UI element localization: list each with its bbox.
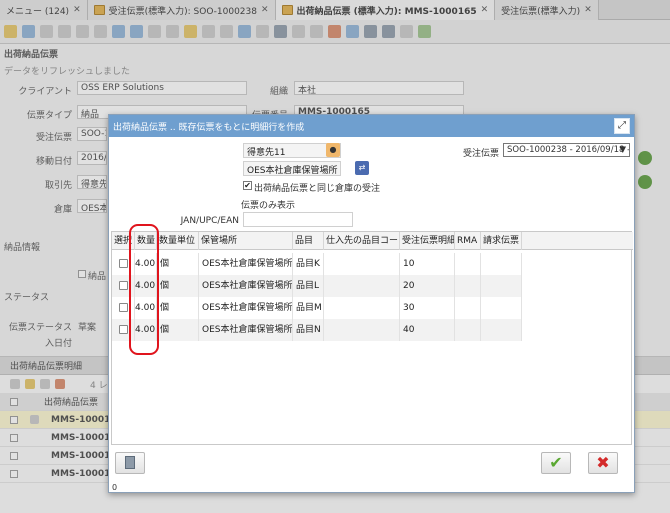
warehouse-field[interactable]: OES本社倉庫保管場所 bbox=[243, 161, 341, 176]
same-warehouse-checkbox[interactable]: ✔ bbox=[243, 181, 252, 190]
create-lines-dialog: 出荷納品伝票 .. 既存伝票をもとに明細行を作成 ⤢ 取引先 得意先11 ● 保… bbox=[108, 114, 635, 493]
locator-cell: OES本社倉庫保管場所 bbox=[199, 297, 293, 319]
vendor-code-cell bbox=[324, 297, 400, 319]
locator-icon[interactable]: ⇄ bbox=[355, 161, 369, 175]
vendor-code-cell bbox=[324, 253, 400, 275]
col-invoice[interactable]: 請求伝票 bbox=[481, 232, 522, 250]
rma-cell bbox=[455, 297, 481, 319]
invoice-cell bbox=[481, 297, 522, 319]
print-button[interactable] bbox=[115, 452, 145, 474]
col-locator[interactable]: 保管場所 bbox=[199, 232, 293, 250]
order-select-value: SOO-1000238 - 2016/09/18 - bbox=[507, 145, 630, 155]
col-vendor-code[interactable]: 仕入先の品目コード bbox=[324, 232, 400, 250]
uom-cell: 個 bbox=[157, 319, 199, 341]
lines-grid: 選択 数量 数量単位 保管場所 品目 仕入先の品目コード 受注伝票明細 RMA … bbox=[111, 231, 633, 445]
ok-button[interactable]: ✔ bbox=[541, 452, 571, 474]
locator-cell: OES本社倉庫保管場所 bbox=[199, 275, 293, 297]
vendor-code-cell bbox=[324, 275, 400, 297]
uom-cell: 個 bbox=[157, 297, 199, 319]
col-product[interactable]: 品目 bbox=[293, 232, 324, 250]
table-row[interactable]: 4.00 個 OES本社倉庫保管場所 品目N 40 bbox=[112, 319, 522, 341]
product-cell: 品目K bbox=[293, 253, 324, 275]
order-line-cell: 40 bbox=[400, 319, 455, 341]
jan-label: JAN/UPC/EAN bbox=[180, 216, 239, 226]
person-icon[interactable]: ● bbox=[326, 143, 340, 157]
uom-cell: 個 bbox=[157, 253, 199, 275]
status-count: 0 bbox=[112, 483, 118, 492]
col-order-line[interactable]: 受注伝票明細 bbox=[400, 232, 455, 250]
dialog-title-bar: 出荷納品伝票 .. 既存伝票をもとに明細行を作成 ⤢ bbox=[109, 115, 634, 137]
table-row[interactable]: 4.00 個 OES本社倉庫保管場所 品目K 10 bbox=[112, 253, 522, 275]
dialog-title: 出荷納品伝票 .. 既存伝票をもとに明細行を作成 bbox=[113, 122, 305, 133]
cancel-button[interactable]: ✖ bbox=[588, 452, 618, 474]
invoice-cell bbox=[481, 319, 522, 341]
checkmark-icon: ✔ bbox=[549, 453, 563, 472]
grid-header: 選択 数量 数量単位 保管場所 品目 仕入先の品目コード 受注伝票明細 RMA … bbox=[112, 232, 633, 250]
product-cell: 品目L bbox=[293, 275, 324, 297]
order-line-cell: 30 bbox=[400, 297, 455, 319]
chevron-down-icon: ▼ bbox=[619, 145, 626, 155]
rma-cell bbox=[455, 275, 481, 297]
table-row[interactable]: 4.00 個 OES本社倉庫保管場所 品目L 20 bbox=[112, 275, 522, 297]
order-line-cell: 20 bbox=[400, 275, 455, 297]
same-warehouse-label: 出荷納品伝票と同じ倉庫の受注 bbox=[254, 184, 381, 194]
rma-cell bbox=[455, 253, 481, 275]
locator-cell: OES本社倉庫保管場所 bbox=[199, 319, 293, 341]
order-label: 受注伝票 bbox=[462, 149, 499, 159]
document-icon bbox=[125, 456, 135, 469]
col-rma[interactable]: RMA bbox=[455, 232, 481, 250]
invoice-cell bbox=[481, 253, 522, 275]
col-uom[interactable]: 数量単位 bbox=[157, 232, 199, 250]
uom-cell: 個 bbox=[157, 275, 199, 297]
invoice-cell bbox=[481, 275, 522, 297]
table-row[interactable]: 4.00 個 OES本社倉庫保管場所 品目M 30 bbox=[112, 297, 522, 319]
order-select[interactable]: SOO-1000238 - 2016/09/18 - ▼ bbox=[503, 143, 630, 157]
vendor-code-cell bbox=[324, 319, 400, 341]
rma-cell bbox=[455, 319, 481, 341]
qty-highlight-annotation bbox=[129, 224, 159, 355]
jan-input[interactable] bbox=[243, 212, 353, 227]
close-icon: ✖ bbox=[596, 453, 610, 472]
order-line-cell: 10 bbox=[400, 253, 455, 275]
same-warehouse-label-2: 伝票のみ表示 bbox=[241, 201, 296, 211]
locator-cell: OES本社倉庫保管場所 bbox=[199, 253, 293, 275]
product-cell: 品目M bbox=[293, 297, 324, 319]
product-cell: 品目N bbox=[293, 319, 324, 341]
maximize-icon[interactable]: ⤢ bbox=[614, 118, 630, 134]
